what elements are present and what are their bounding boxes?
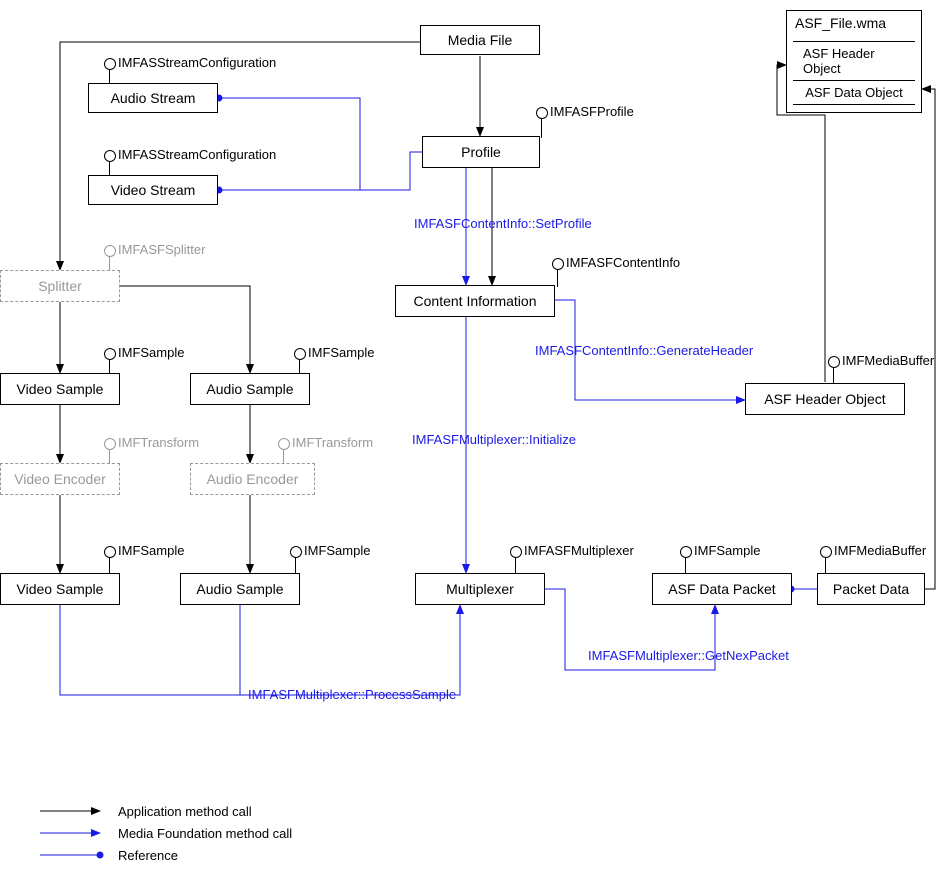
- processsample-label: IMFASFMultiplexer::ProcessSample: [248, 687, 456, 702]
- splitter-box: Splitter: [0, 270, 120, 302]
- lollipop-circle-icon: [294, 348, 306, 360]
- legend-app-call: Application method call: [118, 804, 252, 819]
- legend-mf-call: Media Foundation method call: [118, 826, 292, 841]
- asf-file-title: ASF_File.wma: [787, 11, 921, 35]
- audio-stream-box: Audio Stream: [88, 83, 218, 113]
- asf-header-object-box: ASF Header Object: [745, 383, 905, 415]
- lollipop-circle-icon: [104, 438, 116, 450]
- asf-file-data-row: ASF Data Object: [793, 80, 915, 105]
- video-sample-2-box: Video Sample: [0, 573, 120, 605]
- packet-data-box: Packet Data: [817, 573, 925, 605]
- lollipop-circle-icon: [104, 245, 116, 257]
- lollipop-circle-icon: [104, 150, 116, 162]
- legend: Application method call Media Foundation…: [40, 800, 292, 866]
- audio-sample-1-box: Audio Sample: [190, 373, 310, 405]
- lollipop-circle-icon: [104, 546, 116, 558]
- getnextpacket-label: IMFASFMultiplexer::GetNexPacket: [588, 648, 789, 663]
- content-info-box: Content Information: [395, 285, 555, 317]
- asf-data-packet-box: ASF Data Packet: [652, 573, 792, 605]
- setprofile-label: IMFASFContentInfo::SetProfile: [414, 216, 592, 231]
- lollipop-circle-icon: [510, 546, 522, 558]
- lollipop-circle-icon: [680, 546, 692, 558]
- audio-sample-2-box: Audio Sample: [180, 573, 300, 605]
- video-stream-box: Video Stream: [88, 175, 218, 205]
- lollipop-circle-icon: [104, 348, 116, 360]
- lollipop-circle-icon: [104, 58, 116, 70]
- multiplexer-box: Multiplexer: [415, 573, 545, 605]
- lollipop-circle-icon: [290, 546, 302, 558]
- media-file-box: Media File: [420, 25, 540, 55]
- generateheader-label: IMFASFContentInfo::GenerateHeader: [535, 343, 753, 358]
- video-encoder-box: Video Encoder: [0, 463, 120, 495]
- audio-encoder-box: Audio Encoder: [190, 463, 315, 495]
- lollipop-circle-icon: [536, 107, 548, 119]
- legend-reference: Reference: [118, 848, 178, 863]
- lollipop-circle-icon: [828, 356, 840, 368]
- video-sample-1-box: Video Sample: [0, 373, 120, 405]
- initialize-label: IMFASFMultiplexer::Initialize: [412, 432, 576, 447]
- asf-file-header-row: ASF Header Object: [793, 41, 915, 81]
- profile-box: Profile: [422, 136, 540, 168]
- asf-file-box: ASF_File.wma ASF Header Object ASF Data …: [786, 10, 922, 113]
- lollipop-circle-icon: [820, 546, 832, 558]
- lollipop-circle-icon: [552, 258, 564, 270]
- lollipop-circle-icon: [278, 438, 290, 450]
